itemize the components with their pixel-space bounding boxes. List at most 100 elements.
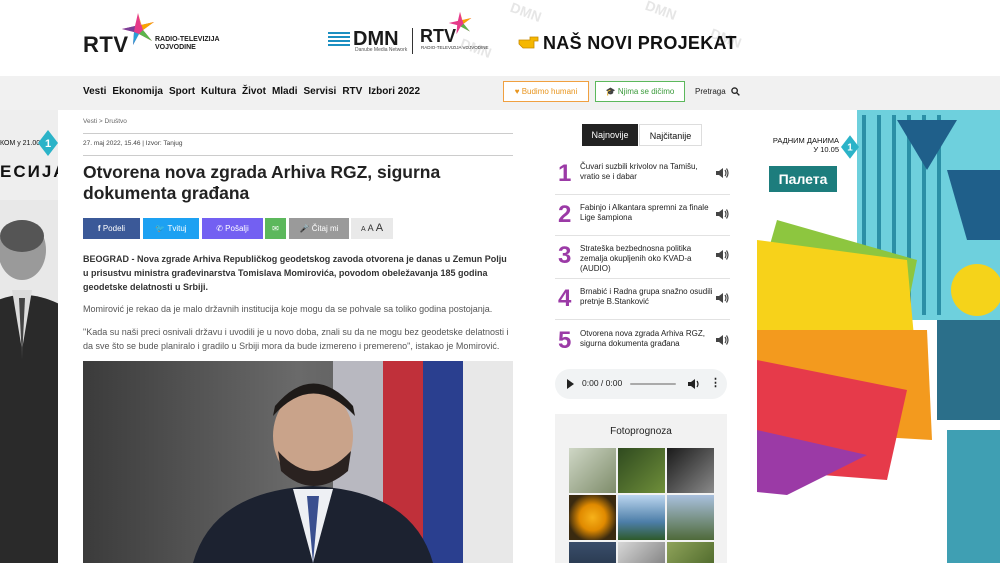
left-ad-banner[interactable]: КОМ у 21.00 1 ЕСИЈА xyxy=(0,110,58,563)
viber-share-label: Pošalji xyxy=(225,224,249,233)
nav-item-vesti[interactable]: Vesti xyxy=(83,86,106,97)
speaker-icon[interactable] xyxy=(715,333,729,347)
news-item[interactable]: 3 Strateška bezbednosna politika zemalja… xyxy=(555,242,730,282)
fotoprognoza-widget: Fotoprognoza xyxy=(555,414,727,563)
right-ad-banner[interactable]: РАДНИМ ДАНИМА У 10.05 1 Палета xyxy=(757,110,1000,563)
font-large-button[interactable]: A xyxy=(376,222,383,234)
banner-rtv-text: RTV xyxy=(420,26,456,46)
news-title[interactable]: Strateška bezbednosna politika zemalja o… xyxy=(580,244,715,274)
dmn-banner[interactable]: DMN DMN DMN DMN DMN Danube Media Network… xyxy=(300,0,760,76)
logo-subtitle: RADIO-TELEVIZIJA VOJVODINE xyxy=(155,36,220,51)
read-aloud-button[interactable]: 🎤 Čitaj mi xyxy=(289,218,349,239)
facebook-share-label: Podeli xyxy=(102,224,126,233)
left-ad-title: ЕСИЈА xyxy=(0,162,58,181)
minister-photo xyxy=(83,361,513,563)
budimo-humani-button[interactable]: ♥ Budimo humani xyxy=(503,81,589,102)
viber-icon: ✆ xyxy=(216,224,223,233)
photo-thumbnail[interactable] xyxy=(569,542,616,563)
photo-thumbnail[interactable] xyxy=(667,448,714,493)
svg-text:1: 1 xyxy=(847,143,853,154)
speaker-icon[interactable] xyxy=(715,207,729,221)
svg-text:1: 1 xyxy=(45,138,51,150)
nav-item-servisi[interactable]: Servisi xyxy=(304,86,337,97)
photo-thumbnail[interactable] xyxy=(667,542,714,563)
nav-item-izbori[interactable]: Izbori 2022 xyxy=(368,86,420,97)
article-photo[interactable] xyxy=(83,361,513,563)
logo-text: RTV xyxy=(83,32,129,57)
nav-item-rtv[interactable]: RTV xyxy=(342,86,362,97)
rtv1-logo-icon: 1 xyxy=(841,135,859,159)
heart-icon: ♥ xyxy=(514,87,520,96)
search-button[interactable]: Pretraga xyxy=(695,87,740,97)
news-title[interactable]: Fabinjo i Alkantara spremni za finale Li… xyxy=(580,203,715,223)
font-small-button[interactable]: A xyxy=(361,226,366,233)
nav-item-kultura[interactable]: Kultura xyxy=(201,86,236,97)
twitter-icon: 🐦 xyxy=(155,224,166,233)
font-size-controls: A A A xyxy=(351,218,393,239)
nav-item-zivot[interactable]: Život xyxy=(242,86,266,97)
news-divider xyxy=(555,278,730,279)
nijma-se-dicimo-label: Njima se dičimo xyxy=(617,87,675,96)
nav-item-sport[interactable]: Sport xyxy=(169,86,195,97)
font-medium-button[interactable]: A xyxy=(368,223,374,233)
news-title[interactable]: Čuvari suzbili krivolov na Tamišu, vrati… xyxy=(580,162,715,182)
speaker-icon[interactable] xyxy=(715,291,729,305)
banner-rtv-subtitle: RADIO-TELEVIZIJA VOJVODINE xyxy=(421,45,489,50)
nav-items: Vesti Ekonomija Sport Kultura Život Mlad… xyxy=(83,86,420,97)
photo-thumbnail[interactable] xyxy=(569,495,616,540)
speaker-icon[interactable] xyxy=(715,166,729,180)
nav-item-mladi[interactable]: Mladi xyxy=(272,86,298,97)
rtv-logo[interactable]: RTV RADIO-TELEVIZIJA VOJVODINE xyxy=(83,12,223,57)
more-options-icon[interactable]: ⋮ xyxy=(710,376,721,389)
photo-thumbnail[interactable] xyxy=(618,448,665,493)
search-icon xyxy=(731,87,740,97)
left-ad-time: КОМ у 21.00 xyxy=(0,140,41,147)
photo-thumbnail[interactable] xyxy=(618,542,665,563)
banner-slogan: NAŠ NOVI PROJEKAT xyxy=(543,33,737,53)
article-meta: 27. maj 2022, 15.46 | Izvor: Tanjug xyxy=(83,140,183,147)
nijma-se-dicimo-button[interactable]: 🎓 Njima se dičimo xyxy=(595,81,685,102)
rtv1-logo-icon: 1 xyxy=(38,130,58,156)
meta-divider xyxy=(83,155,513,156)
news-divider xyxy=(555,194,730,195)
banner-watermark: DMN xyxy=(508,0,544,25)
dmn-subtitle: Danube Media Network xyxy=(355,47,408,53)
news-rank: 1 xyxy=(558,160,572,187)
news-title[interactable]: Otvorena nova zgrada Arhiva RGZ, sigurna… xyxy=(580,329,715,349)
banner-watermark: DMN xyxy=(643,0,679,23)
news-title[interactable]: Brnabić i Radna grupa snažno osudili pre… xyxy=(580,287,715,307)
photo-thumbnail[interactable] xyxy=(569,448,616,493)
breadcrumb-divider xyxy=(83,133,513,134)
volume-icon[interactable] xyxy=(687,377,701,391)
twitter-share-label: Tvituj xyxy=(167,224,187,233)
presenter-photo xyxy=(0,200,58,563)
graduation-cap-icon: 🎓 xyxy=(605,87,616,96)
news-item[interactable]: 5 Otvorena nova zgrada Arhiva RGZ, sigur… xyxy=(555,327,730,367)
news-rank: 3 xyxy=(558,242,572,269)
fotoprognoza-title: Fotoprognoza xyxy=(610,426,672,437)
search-label: Pretraga xyxy=(695,87,726,96)
news-rank: 2 xyxy=(558,201,572,228)
audio-time: 0:00 / 0:00 xyxy=(582,378,623,388)
page: RTV RADIO-TELEVIZIJA VOJVODINE DMN DMN D… xyxy=(0,0,1000,563)
audio-player: 0:00 / 0:00 ⋮ xyxy=(555,369,727,399)
photo-thumbnail[interactable] xyxy=(618,495,665,540)
fotoprognoza-grid xyxy=(569,448,714,563)
twitter-share-button[interactable]: 🐦 Tvituj xyxy=(143,218,199,239)
nav-item-ekonomija[interactable]: Ekonomija xyxy=(112,86,163,97)
breadcrumb[interactable]: Vesti > Društvo xyxy=(83,118,127,125)
tab-najcitanije[interactable]: Najčitanije xyxy=(639,124,702,146)
play-icon[interactable] xyxy=(567,379,574,389)
viber-share-button[interactable]: ✆ Pošalji xyxy=(202,218,263,239)
photo-thumbnail[interactable] xyxy=(667,495,714,540)
tab-najnovije[interactable]: Najnovije xyxy=(582,124,638,146)
audio-progress-track[interactable] xyxy=(630,383,676,385)
right-ad-title: Палета xyxy=(769,166,837,192)
news-divider xyxy=(555,235,730,236)
news-divider xyxy=(555,319,730,320)
email-share-button[interactable]: ✉ xyxy=(265,218,286,239)
dmn-wave-icon xyxy=(328,32,350,46)
facebook-share-button[interactable]: f Podeli xyxy=(83,218,140,239)
read-aloud-label: Čitaj mi xyxy=(311,224,339,233)
speaker-icon[interactable] xyxy=(715,248,729,262)
